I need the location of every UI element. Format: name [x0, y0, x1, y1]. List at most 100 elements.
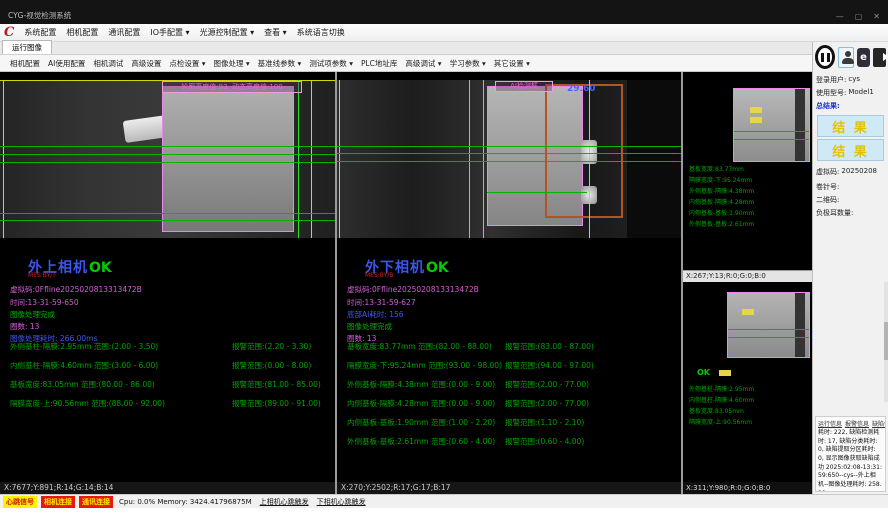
tool-plc-address[interactable]: PLC地址库 [357, 56, 401, 71]
comm-connect-badge: 通讯连接 [79, 496, 113, 508]
overlay-line [469, 80, 470, 238]
mini-measurement: 内侧基板-隔膜:4.28mm [689, 197, 754, 208]
upper-camera-image [0, 80, 335, 238]
measurement-list: 外侧基柱-隔膜:2.95mm 范围:(2.00 - 3.50) 报警范围:(2.… [10, 341, 331, 417]
window-titlebar: CYG-视觉检测系统 — ▢ ✕ [0, 0, 888, 24]
upper-camera-heartbeat-trigger[interactable]: 上相机心跳触发 [260, 497, 309, 507]
overlay-line [337, 153, 681, 154]
pixel-coords-readout: X:267;Y:13;R:0;G:0;B:0 [683, 270, 812, 282]
tool-baseline-params[interactable]: 基准线参数 ▾ [254, 56, 306, 71]
machine-dark-region [627, 80, 681, 238]
overlay-line [734, 139, 809, 140]
result-box-lower: 结 果 [817, 139, 884, 161]
scrollbar-thumb[interactable] [884, 322, 888, 360]
overlay-line [728, 329, 809, 330]
menu-system-config[interactable]: 系统配置 [19, 25, 61, 40]
overlay-line [589, 80, 590, 238]
pixel-coords-readout: X:311;Y:980;R:0;G:0;B:0 [683, 482, 812, 494]
lower-camera-heartbeat-trigger[interactable]: 下相机心跳触发 [317, 497, 366, 507]
result-ok-badge: OK [697, 368, 710, 377]
secondary-toolbar: 相机配置 AI使用配置 相机调试 高级设置 点检设置 ▾ 图像处理 ▾ 基准线参… [0, 55, 812, 72]
upper-camera-column: 轮廓高度值:93, 动态高度值:100 外上相机OK MES:BY/T 虚拟码:… [0, 72, 335, 494]
menu-light-config[interactable]: 光源控制配置 ▾ [195, 25, 260, 40]
menu-comm-config[interactable]: 通讯配置 [103, 25, 145, 40]
qr-code-label: 二维码: [813, 192, 888, 205]
annotation-mark [750, 107, 762, 113]
menu-camera-config[interactable]: 相机配置 [61, 25, 103, 40]
measurement-row: 隔膜宽度-下:95.24mm 范围:(93.00 - 98.00) 报警范围:(… [347, 360, 677, 379]
person-icon [842, 58, 854, 64]
thumbnail-view-top[interactable]: 基板宽度:83.77mm 隔膜宽度-下:95.24mm 外侧基板-隔膜:4.38… [683, 72, 812, 270]
thumbnail-column: 基板宽度:83.77mm 隔膜宽度-下:95.24mm 外侧基板-隔膜:4.38… [683, 72, 812, 494]
thumbnail-view-bottom[interactable]: OK 外侧基柱-隔膜:2.95mm 内侧基柱-隔膜:4.60mm 基板宽度:83… [683, 282, 812, 482]
tool-spot-check[interactable]: 点检设置 ▾ [165, 56, 209, 71]
measurement-value: 隔膜宽度-上:90.56mm 范围:(88.00 - 92.00) [10, 398, 232, 417]
mini-measurement: 隔膜宽度-下:95.24mm [689, 175, 754, 186]
pause-button[interactable] [815, 45, 835, 69]
overlay-line [3, 80, 4, 238]
alarm-range: 报警范围:(0.60 - 4.00) [505, 436, 584, 455]
measurement-value: 外侧基柱-隔膜:2.95mm 范围:(2.00 - 3.50) [10, 341, 232, 360]
lower-camera-view[interactable]: AI检测框 29.60 外下相机OK MES:BY/B 虚拟码:0Ffline2… [337, 72, 681, 482]
user-button[interactable] [838, 47, 854, 68]
overlay-line [0, 146, 335, 147]
bottom-space [0, 508, 888, 522]
mini-measurement: 基板宽度:83.77mm [689, 164, 754, 175]
login-user-label: 登录用户: [816, 75, 846, 85]
maximize-icon[interactable]: ▢ [855, 12, 863, 21]
lower-camera-column: AI检测框 29.60 外下相机OK MES:BY/B 虚拟码:0Ffline2… [337, 72, 681, 494]
tab-run-image[interactable]: 运行图像 [2, 40, 52, 54]
left-stack: 运行图像 相机配置 AI使用配置 相机调试 高级设置 点检设置 ▾ 图像处理 ▾… [0, 42, 812, 494]
measurement-value: 内侧基柱-隔膜:4.60mm 范围:(3.00 - 6.00) [10, 360, 232, 379]
alarm-range: 报警范围:(0.00 - 8.00) [232, 360, 311, 379]
mini-measurement-list: 基板宽度:83.77mm 隔膜宽度-下:95.24mm 外侧基板-隔膜:4.38… [689, 164, 754, 230]
overlay-line [337, 146, 681, 147]
tool-learning-params[interactable]: 学习参数 ▾ [446, 56, 490, 71]
close-icon[interactable]: ✕ [873, 12, 880, 21]
menu-view[interactable]: 查看 ▾ [259, 25, 292, 40]
mini-measurement-list: 外侧基柱-隔膜:2.95mm 内侧基柱-隔膜:4.60mm 基板宽度:83.05… [689, 384, 754, 428]
panel-scrollbar[interactable] [884, 282, 888, 402]
mini-measurement: 外侧基柱-隔膜:2.95mm [689, 384, 754, 395]
ai-box-overlay-label: AI检测框 [495, 81, 553, 92]
overlay-line [339, 80, 340, 238]
minimize-icon[interactable]: — [836, 12, 844, 21]
overlay-line [0, 154, 335, 155]
e-app-button[interactable]: e [857, 48, 871, 67]
measurement-row: 外侧基板-基板:2.61mm 范围:(0.60 - 4.00) 报警范围:(0.… [347, 436, 677, 455]
tool-ai-usage-config[interactable]: AI使用配置 [44, 56, 89, 71]
pause-icon [827, 53, 830, 62]
menu-io-config[interactable]: IO手配置 ▾ [145, 25, 194, 40]
mini-measurement: 外侧基板-隔膜:4.38mm [689, 186, 754, 197]
virtual-code-row: 虚拟码: 20250208 [813, 163, 888, 179]
cell-region [162, 86, 294, 232]
overlay-line [483, 80, 484, 238]
tool-test-params[interactable]: 测试项参数 ▾ [305, 56, 357, 71]
tool-advanced-debug[interactable]: 高级调试 ▾ [401, 56, 445, 71]
measurement-row: 内侧基柱-隔膜:4.60mm 范围:(3.00 - 6.00) 报警范围:(0.… [10, 360, 331, 379]
overlay-line [728, 337, 809, 338]
measurement-row: 外侧基板-隔膜:4.38mm 范围:(0.00 - 9.00) 报警范围:(2.… [347, 379, 677, 398]
tab-alarm-info[interactable]: 报警信息 [845, 419, 869, 428]
heartbeat-status-badge: 心跳信号 [3, 496, 37, 508]
upper-camera-view[interactable]: 轮廓高度值:93, 动态高度值:100 外上相机OK MES:BY/T 虚拟码:… [0, 72, 335, 482]
tab-defect-info[interactable]: 缺陷信息 [872, 419, 886, 428]
annotation-mark [750, 117, 762, 123]
model-label: 使用型号: [816, 88, 846, 98]
tool-camera-debug[interactable]: 相机调试 [89, 56, 127, 71]
tool-advanced-settings[interactable]: 高级设置 [127, 56, 165, 71]
overlay-line [0, 213, 335, 214]
measurement-value: 隔膜宽度-下:95.24mm 范围:(93.00 - 98.00) [347, 360, 505, 379]
virtual-code: 虚拟码:0Ffline2025020813313472B [347, 284, 479, 295]
menu-language-switch[interactable]: 系统语言切换 [292, 25, 350, 40]
height-overlay-label: 轮廓高度值:93, 动态高度值:100 [162, 81, 302, 93]
tool-other-settings[interactable]: 其它设置 ▾ [490, 56, 534, 71]
window-title: CYG-视觉检测系统 [8, 10, 71, 21]
exit-button[interactable] [873, 48, 886, 67]
pixel-coords-readout: X:7677;Y:891;R:14;G:14;B:14 [0, 482, 335, 494]
tool-image-processing[interactable]: 图像处理 ▾ [210, 56, 254, 71]
tab-run-info[interactable]: 运行信息 [818, 419, 842, 428]
overlay-line [0, 220, 335, 221]
measurement-row: 隔膜宽度-上:90.56mm 范围:(88.00 - 92.00) 报警范围:(… [10, 398, 331, 417]
tool-camera-config[interactable]: 相机配置 [6, 56, 44, 71]
